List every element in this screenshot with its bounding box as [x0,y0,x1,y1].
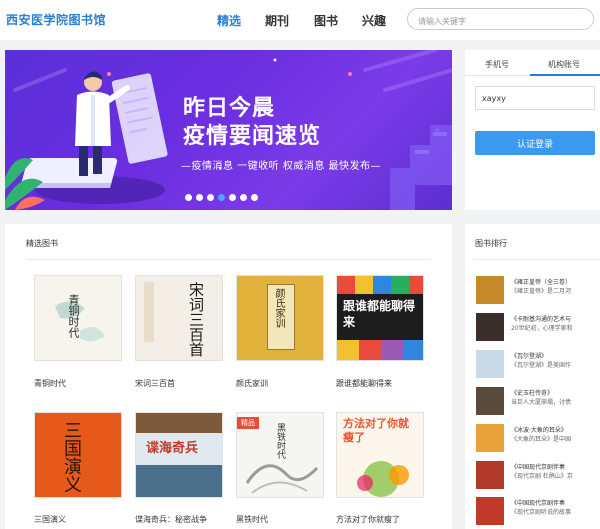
book-cover-title-7: 黑铁时代 [275,423,285,459]
ranking-item-7-title: 《中国现代京剧伴奏 [511,500,566,507]
book-cover-band-6 [136,413,222,433]
ranking-thumb-4[interactable] [476,387,504,415]
nav-books[interactable]: 图书 [314,12,338,29]
carousel-dot-4[interactable] [218,194,225,201]
hero-banner[interactable]: 昨日今晨 疫情要闻速览 —疫情消息 一键收听 权威消息 最快发布— [5,50,452,210]
ranking-item-6-desc: 《现代京剧 杜鹃山》京 [511,473,573,480]
book-title-4[interactable]: 跟谁都能聊得来 [336,378,436,389]
book-cover-title-4: 跟谁都能聊得来 [343,299,416,329]
book-cover-7[interactable]: 精品 黑铁时代 [236,412,324,498]
book-cover-strip-2 [144,282,154,342]
ranking-item-7[interactable]: 《中国现代京剧伴奏 《现代京剧听说的故事 [511,499,600,517]
ranking-thumb-7[interactable] [476,497,504,525]
ranking-item-5-desc: 《大象的耳朵》是中国 [511,436,572,443]
book-cover-1[interactable]: 青铜时代 [34,275,122,361]
ranking-thumb-5[interactable] [476,424,504,452]
ranking-thumb-1[interactable] [476,276,504,304]
ranking-item-4-title: 《史玉柱传奇》 [511,390,554,397]
book-title-8[interactable]: 方法对了你就瘦了 [336,514,436,525]
book-cover-8[interactable]: 方法对了你就瘦了 [336,412,424,498]
ranking-thumb-2[interactable] [476,313,504,341]
premium-badge: 精品 [237,417,259,429]
book-cover-title-3: 颜氏家训 [273,288,284,328]
nav-journals[interactable]: 期刊 [265,12,289,29]
ranking-item-1-title: 《雍正皇帝（全三卷） [511,279,572,286]
carousel-dots [185,194,258,201]
ranking-heading: 图书排行 [475,239,507,248]
ranking-item-3[interactable]: 《瓦尔登湖》 《瓦尔登湖》是美国作 [511,352,600,370]
book-title-2[interactable]: 宋词三百首 [135,378,225,389]
ranking-thumb-6[interactable] [476,461,504,489]
tab-active-indicator [530,74,600,76]
featured-divider [26,259,431,260]
carousel-dot-6[interactable] [240,194,247,201]
book-title-5[interactable]: 三国演义 [34,514,124,525]
ranking-item-5[interactable]: 《冰波·大象的耳朵》 《大象的耳朵》是中国 [511,426,600,444]
top-header: 西安医学院图书馆 精选 期刊 图书 兴趣 [0,0,600,40]
featured-books-heading: 精选图书 [26,239,58,248]
ranking-item-2-desc: 20世纪初，心理学家和 [511,325,573,332]
ranking-item-1[interactable]: 《雍正皇帝（全三卷） 《雍正皇帝》是二月河 [511,278,600,296]
ranking-item-2[interactable]: 《卡耐基沟通的艺术与 20世纪初，心理学家和 [511,315,600,333]
ranking-item-5-title: 《冰波·大象的耳朵》 [511,427,567,434]
carousel-dot-3[interactable] [207,194,214,201]
ranking-item-6[interactable]: 《中国现代京剧伴奏 《现代京剧 杜鹃山》京 [511,463,600,481]
carousel-dot-7[interactable] [251,194,258,201]
book-cover-title-2: 宋词三百首 [187,282,205,357]
book-cover-title-1: 青铜时代 [67,294,80,338]
book-cover-4[interactable]: 跟谁都能聊得来 [336,275,424,361]
tab-phone[interactable]: 手机号 [485,59,509,70]
book-cover-title-5: 三国演义 [61,421,82,493]
account-input[interactable] [475,86,595,110]
ranking-item-3-title: 《瓦尔登湖》 [511,353,548,360]
book-cover-2[interactable]: 宋词三百首 [135,275,223,361]
book-cover-scene-6 [136,465,222,497]
library-logo[interactable]: 西安医学院图书馆 [6,11,106,28]
ranking-item-1-desc: 《雍正皇帝》是二月河 [511,288,572,295]
banner-title-line2: 疫情要闻速览 [183,124,322,149]
search-box [407,8,594,32]
ranking-item-4[interactable]: 《史玉柱传奇》 当巨人大厦崩塌，讨债 [511,389,600,407]
ranking-item-6-title: 《中国现代京剧伴奏 [511,464,566,471]
nav-featured[interactable]: 精选 [217,12,241,29]
book-cover-3[interactable]: 颜氏家训 [236,275,324,361]
carousel-dot-1[interactable] [185,194,192,201]
ranking-item-2-title: 《卡耐基沟通的艺术与 [511,316,572,323]
ranking-divider [473,259,600,260]
book-cover-title-6: 谍海奇兵 [146,441,199,456]
nav-interests[interactable]: 兴趣 [362,12,386,29]
book-title-7[interactable]: 黑铁时代 [236,514,326,525]
book-title-6[interactable]: 谍海奇兵：秘密战争 [135,514,233,525]
search-input[interactable] [408,11,568,32]
book-title-3[interactable]: 颜氏家训 [236,378,326,389]
ranking-item-3-desc: 《瓦尔登湖》是美国作 [511,362,572,369]
tab-institution-account[interactable]: 机构账号 [548,59,580,70]
auth-login-button[interactable]: 认证登录 [475,131,595,155]
book-cover-title-8: 方法对了你就瘦了 [343,417,409,444]
ranking-item-4-desc: 当巨人大厦崩塌，讨债 [511,399,572,406]
book-title-1[interactable]: 青铜时代 [34,378,124,389]
book-cover-6[interactable]: 谍海奇兵 [135,412,223,498]
carousel-dot-2[interactable] [196,194,203,201]
book-cover-5[interactable]: 三国演义 [34,412,122,498]
ranking-thumb-3[interactable] [476,350,504,378]
carousel-dot-5[interactable] [229,194,236,201]
banner-subtitle: —疫情消息 一键收听 权威消息 最快发布— [181,161,382,172]
ranking-item-7-desc: 《现代京剧听说的故事 [511,509,572,516]
